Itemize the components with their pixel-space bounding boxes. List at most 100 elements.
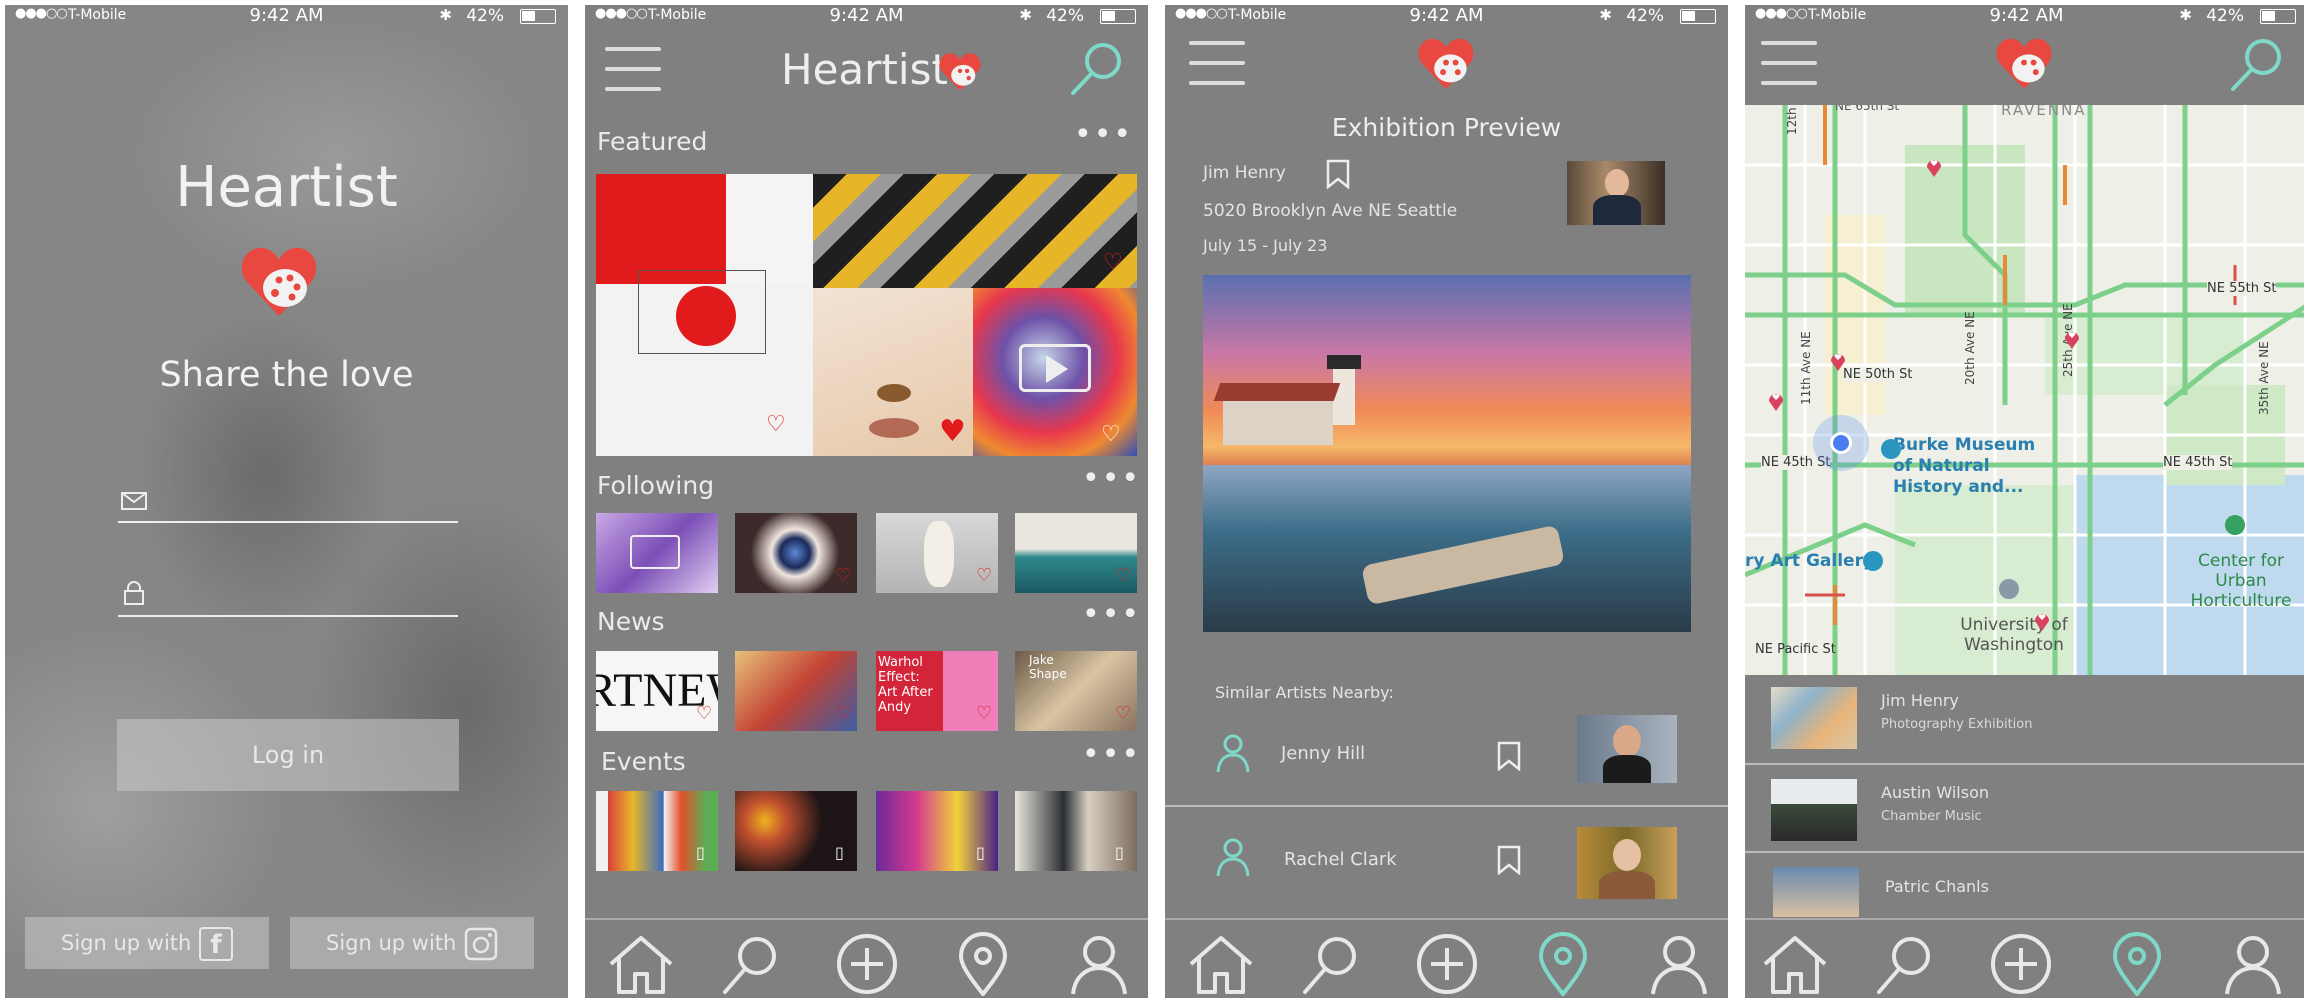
following-thumb-2[interactable]: ♡ bbox=[735, 513, 857, 593]
similar-artist-row[interactable]: Rachel Clark bbox=[1165, 813, 1728, 913]
map-label-11th-ave: 11th Ave NE bbox=[1799, 331, 1813, 405]
tab-profile-icon[interactable] bbox=[2217, 932, 2289, 996]
heart-icon[interactable]: ♡ bbox=[976, 703, 992, 724]
events-thumb-1[interactable]: ▯ bbox=[596, 791, 718, 871]
featured-video-colorful[interactable]: ♡ bbox=[973, 288, 1137, 456]
list-item-thumbnail bbox=[1773, 867, 1859, 917]
map-heart-pin-icon[interactable] bbox=[1829, 349, 1847, 371]
map-label-ne45-east: NE 45th St bbox=[2163, 455, 2233, 470]
events-thumb-4[interactable]: ▯ bbox=[1015, 791, 1137, 871]
status-bar: ●●●○○ T-Mobile 9:42 AM ✱ 42% bbox=[5, 5, 568, 29]
menu-button[interactable] bbox=[1761, 39, 1817, 87]
news-thumb-4[interactable]: Jake Shape ♡ bbox=[1015, 651, 1137, 731]
similar-artist-row[interactable]: Jenny Hill bbox=[1165, 705, 1728, 805]
heart-icon[interactable]: ♡ bbox=[1101, 422, 1121, 447]
bookmark-icon[interactable]: ▯ bbox=[696, 843, 705, 862]
artist-avatar[interactable] bbox=[1567, 161, 1665, 225]
map-list-item[interactable]: Patric Chanls bbox=[1745, 853, 2304, 917]
tab-add-icon[interactable] bbox=[831, 932, 903, 996]
map-view[interactable]: RAVENNA NE 65th St NE 55th St NE 50th St… bbox=[1745, 105, 2304, 675]
tab-map-pin-icon[interactable] bbox=[947, 932, 1019, 996]
bluetooth-icon: ✱ bbox=[1019, 6, 1032, 24]
map-label-uw: University of Washington bbox=[1960, 615, 2068, 655]
heart-icon[interactable]: ♡ bbox=[766, 412, 786, 437]
tab-add-icon[interactable] bbox=[1411, 932, 1483, 996]
section-events-title: Events bbox=[601, 747, 686, 776]
heart-icon[interactable]: ♡ bbox=[835, 703, 851, 724]
battery-icon bbox=[2260, 9, 2296, 24]
menu-button[interactable] bbox=[1189, 39, 1245, 87]
news-thumb-1[interactable]: RTNEW♡ bbox=[596, 651, 718, 731]
heart-icon[interactable]: ♡ bbox=[696, 703, 712, 724]
bookmark-icon[interactable]: ▯ bbox=[835, 843, 844, 862]
tab-profile-icon[interactable] bbox=[1643, 932, 1715, 996]
password-field[interactable] bbox=[118, 565, 458, 617]
featured-artwork-red-wave[interactable]: ♡ bbox=[596, 174, 813, 456]
person-icon bbox=[1216, 838, 1250, 877]
app-title: Heartist bbox=[781, 45, 948, 94]
following-thumb-4[interactable]: ♡ bbox=[1015, 513, 1137, 593]
heart-icon[interactable]: ♡ bbox=[835, 565, 851, 586]
tab-home-icon[interactable] bbox=[1759, 932, 1831, 996]
following-more-button[interactable]: ••• bbox=[1082, 461, 1141, 496]
section-featured-title: Featured bbox=[597, 127, 708, 156]
map-heart-pin-icon[interactable] bbox=[1767, 389, 1785, 411]
tab-map-pin-icon[interactable] bbox=[1527, 932, 1599, 996]
heart-icon[interactable]: ♡ bbox=[1115, 703, 1131, 724]
tab-search-icon[interactable] bbox=[1869, 932, 1941, 996]
events-more-button[interactable]: ••• bbox=[1082, 737, 1141, 772]
garden-poi-icon bbox=[2225, 515, 2245, 535]
divider bbox=[1165, 805, 1728, 807]
events-thumb-2[interactable]: ▯ bbox=[735, 791, 857, 871]
news-thumb-2[interactable]: ♡ bbox=[735, 651, 857, 731]
featured-artwork-face[interactable]: ♥ bbox=[813, 288, 973, 456]
map-label-12th-ave: 12th Ave bbox=[1785, 105, 1799, 135]
tab-map-pin-icon[interactable] bbox=[2101, 932, 2173, 996]
search-icon[interactable] bbox=[2227, 35, 2287, 95]
email-field[interactable] bbox=[118, 475, 458, 523]
login-button[interactable]: Log in bbox=[117, 719, 459, 791]
bookmark-icon[interactable] bbox=[1496, 741, 1522, 771]
map-list-item[interactable]: Austin Wilson Chamber Music bbox=[1745, 765, 2304, 853]
signup-facebook-button[interactable]: Sign up with f bbox=[25, 917, 269, 969]
similar-artists-label: Similar Artists Nearby: bbox=[1215, 683, 1394, 702]
tab-add-icon[interactable] bbox=[1985, 932, 2057, 996]
map-heart-pin-icon[interactable] bbox=[2063, 327, 2081, 349]
heart-icon[interactable]: ♡ bbox=[1115, 565, 1131, 586]
events-thumb-3[interactable]: ▯ bbox=[876, 791, 998, 871]
heart-icon[interactable]: ♡ bbox=[976, 565, 992, 586]
following-thumb-1[interactable] bbox=[596, 513, 718, 593]
tab-home-icon[interactable] bbox=[1185, 932, 1257, 996]
map-list-item[interactable]: Jim Henry Photography Exhibition bbox=[1745, 675, 2304, 765]
tab-search-icon[interactable] bbox=[1295, 932, 1367, 996]
instagram-icon bbox=[464, 927, 498, 961]
heart-palette-logo-icon bbox=[1996, 38, 2052, 90]
heart-filled-icon[interactable]: ♥ bbox=[939, 414, 966, 449]
facebook-icon: f bbox=[199, 927, 233, 961]
tab-bar bbox=[585, 918, 1148, 998]
bookmark-icon[interactable]: ▯ bbox=[1115, 843, 1124, 862]
news-more-button[interactable]: ••• bbox=[1082, 597, 1141, 632]
menu-button[interactable] bbox=[605, 45, 661, 93]
featured-more-button[interactable]: ••• bbox=[1074, 117, 1133, 152]
heart-icon[interactable]: ♡ bbox=[1103, 250, 1123, 275]
bookmark-icon[interactable] bbox=[1325, 159, 1351, 189]
featured-artwork-geometric[interactable]: ♡ bbox=[813, 174, 1137, 288]
search-icon[interactable] bbox=[1067, 39, 1127, 99]
map-heart-pin-icon[interactable] bbox=[1925, 155, 1943, 177]
map-heart-pin-icon[interactable] bbox=[2033, 609, 2051, 631]
tab-search-icon[interactable] bbox=[715, 932, 787, 996]
tab-bar bbox=[1745, 918, 2304, 998]
signup-instagram-button[interactable]: Sign up with bbox=[290, 917, 534, 969]
artist-name: Jim Henry bbox=[1203, 163, 1286, 183]
status-bar: ●●●○○ T-Mobile 9:42 AM ✱ 42% bbox=[585, 5, 1148, 29]
tagline: Share the love bbox=[159, 355, 414, 395]
tab-home-icon[interactable] bbox=[605, 932, 677, 996]
exhibition-photo-lighthouse[interactable] bbox=[1203, 275, 1691, 632]
tab-profile-icon[interactable] bbox=[1063, 932, 1135, 996]
news-thumb-3[interactable]: Warhol Effect: Art After Andy ♡ bbox=[876, 651, 998, 731]
bookmark-icon[interactable] bbox=[1496, 845, 1522, 875]
bookmark-icon[interactable]: ▯ bbox=[976, 843, 985, 862]
heart-palette-logo-icon bbox=[241, 247, 317, 316]
following-thumb-3[interactable]: ♡ bbox=[876, 513, 998, 593]
